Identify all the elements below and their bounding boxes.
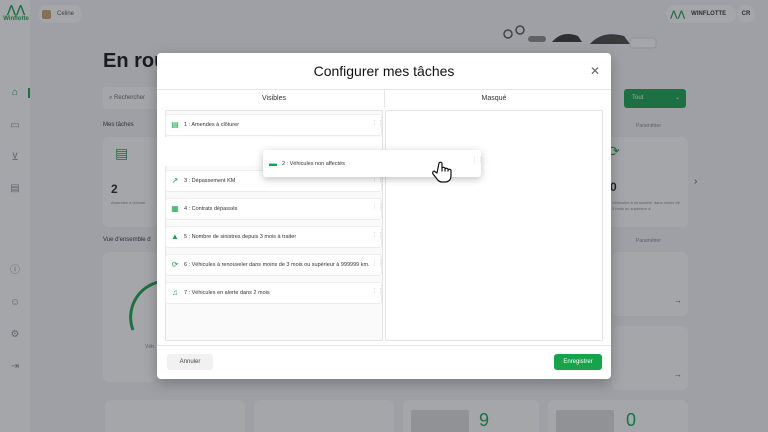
task-label: 6 : Véhicules à renouveler dans moins de…	[184, 262, 370, 268]
close-icon[interactable]: ✕	[589, 65, 601, 77]
task-item[interactable]: ▤ 1 : Amendes à clôturer ⋮⋮	[165, 114, 384, 136]
contract-icon: ▦	[171, 204, 179, 213]
task-label: 7 : Véhicules en alerte dans 2 mois	[184, 290, 270, 296]
task-item[interactable]: ♫ 7 : Véhicules en alerte dans 2 mois ⋮⋮	[165, 282, 384, 304]
task-label: 2 : Véhicules non affectés	[282, 160, 345, 167]
hidden-tasks-list[interactable]	[385, 110, 603, 341]
drag-handle-icon[interactable]: ⋮⋮	[371, 120, 384, 131]
visible-column-header: Visibles	[262, 95, 286, 102]
grab-cursor-icon	[432, 161, 452, 183]
task-item[interactable]: ▦ 4 : Contrats dépassés ⋮⋮	[165, 198, 384, 220]
drag-handle-icon[interactable]: ⋮⋮	[371, 176, 384, 187]
task-label: 3 : Dépassement KM	[184, 178, 236, 184]
drag-handle-icon[interactable]: ⋮⋮	[371, 204, 384, 215]
configure-tasks-modal: Configurer mes tâches ✕ Visibles Masqué …	[157, 53, 611, 379]
cancel-button[interactable]: Annuler	[167, 354, 213, 370]
task-item[interactable]: ▲ 5 : Nombre de sinistres depuis 3 mois …	[165, 226, 384, 248]
modal-title: Configurer mes tâches	[313, 63, 455, 79]
task-label: 1 : Amendes à clôturer	[184, 122, 240, 128]
bell-icon: ♫	[172, 288, 178, 297]
accident-icon: ▲	[171, 232, 179, 241]
drag-handle-icon[interactable]: ⋮⋮	[371, 232, 384, 243]
divider	[157, 345, 611, 346]
drag-handle-icon[interactable]: ⋮⋮	[371, 260, 384, 271]
hidden-column-header: Masqué	[481, 95, 507, 102]
task-label: 5 : Nombre de sinistres depuis 3 mois à …	[184, 234, 297, 240]
task-item[interactable]: ⟳ 6 : Véhicules à renouveler dans moins …	[165, 254, 384, 276]
document-check-icon: ▤	[171, 120, 179, 129]
drag-handle-icon[interactable]: ⋮⋮	[471, 157, 484, 168]
drag-handle-icon[interactable]: ⋮⋮	[371, 288, 384, 299]
trend-up-icon: ↗	[171, 176, 179, 185]
save-button[interactable]: Enregistrer	[554, 354, 602, 370]
renew-icon: ⟳	[171, 260, 179, 269]
task-label: 4 : Contrats dépassés	[184, 206, 238, 212]
car-icon: ▬	[269, 158, 277, 168]
